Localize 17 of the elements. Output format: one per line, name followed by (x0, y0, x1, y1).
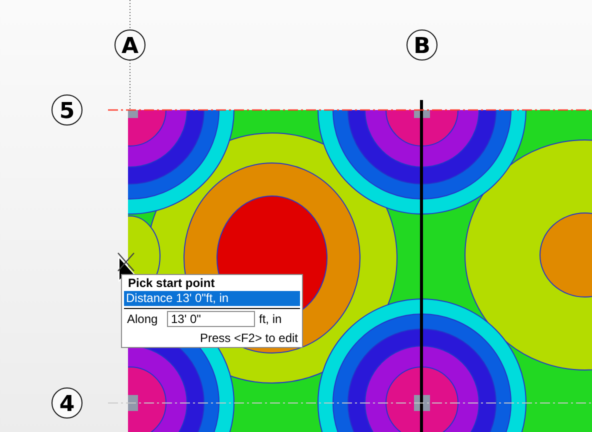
grid-label: A (121, 34, 139, 59)
unit-label: ft, in (259, 312, 282, 326)
grid-label: B (414, 34, 430, 59)
grid-bubble (406, 30, 438, 60)
column-support (128, 395, 138, 411)
grid-bubble (52, 388, 82, 418)
grid-bubble (114, 30, 146, 60)
crosshair-icon (117, 252, 135, 272)
grid-label: 4 (59, 392, 75, 417)
tooltip-title: Pick start point (127, 276, 216, 291)
input-field[interactable]: 13' 0" (167, 311, 255, 327)
field-label: Along (127, 312, 159, 326)
grid-label: 5 (59, 99, 75, 124)
grid-bubble (52, 94, 82, 126)
column-support (128, 110, 138, 118)
hint-text: Press <F2> to edit (200, 331, 299, 345)
tooltip-option[interactable]: Distance 13' 0"ft, in (124, 291, 300, 306)
